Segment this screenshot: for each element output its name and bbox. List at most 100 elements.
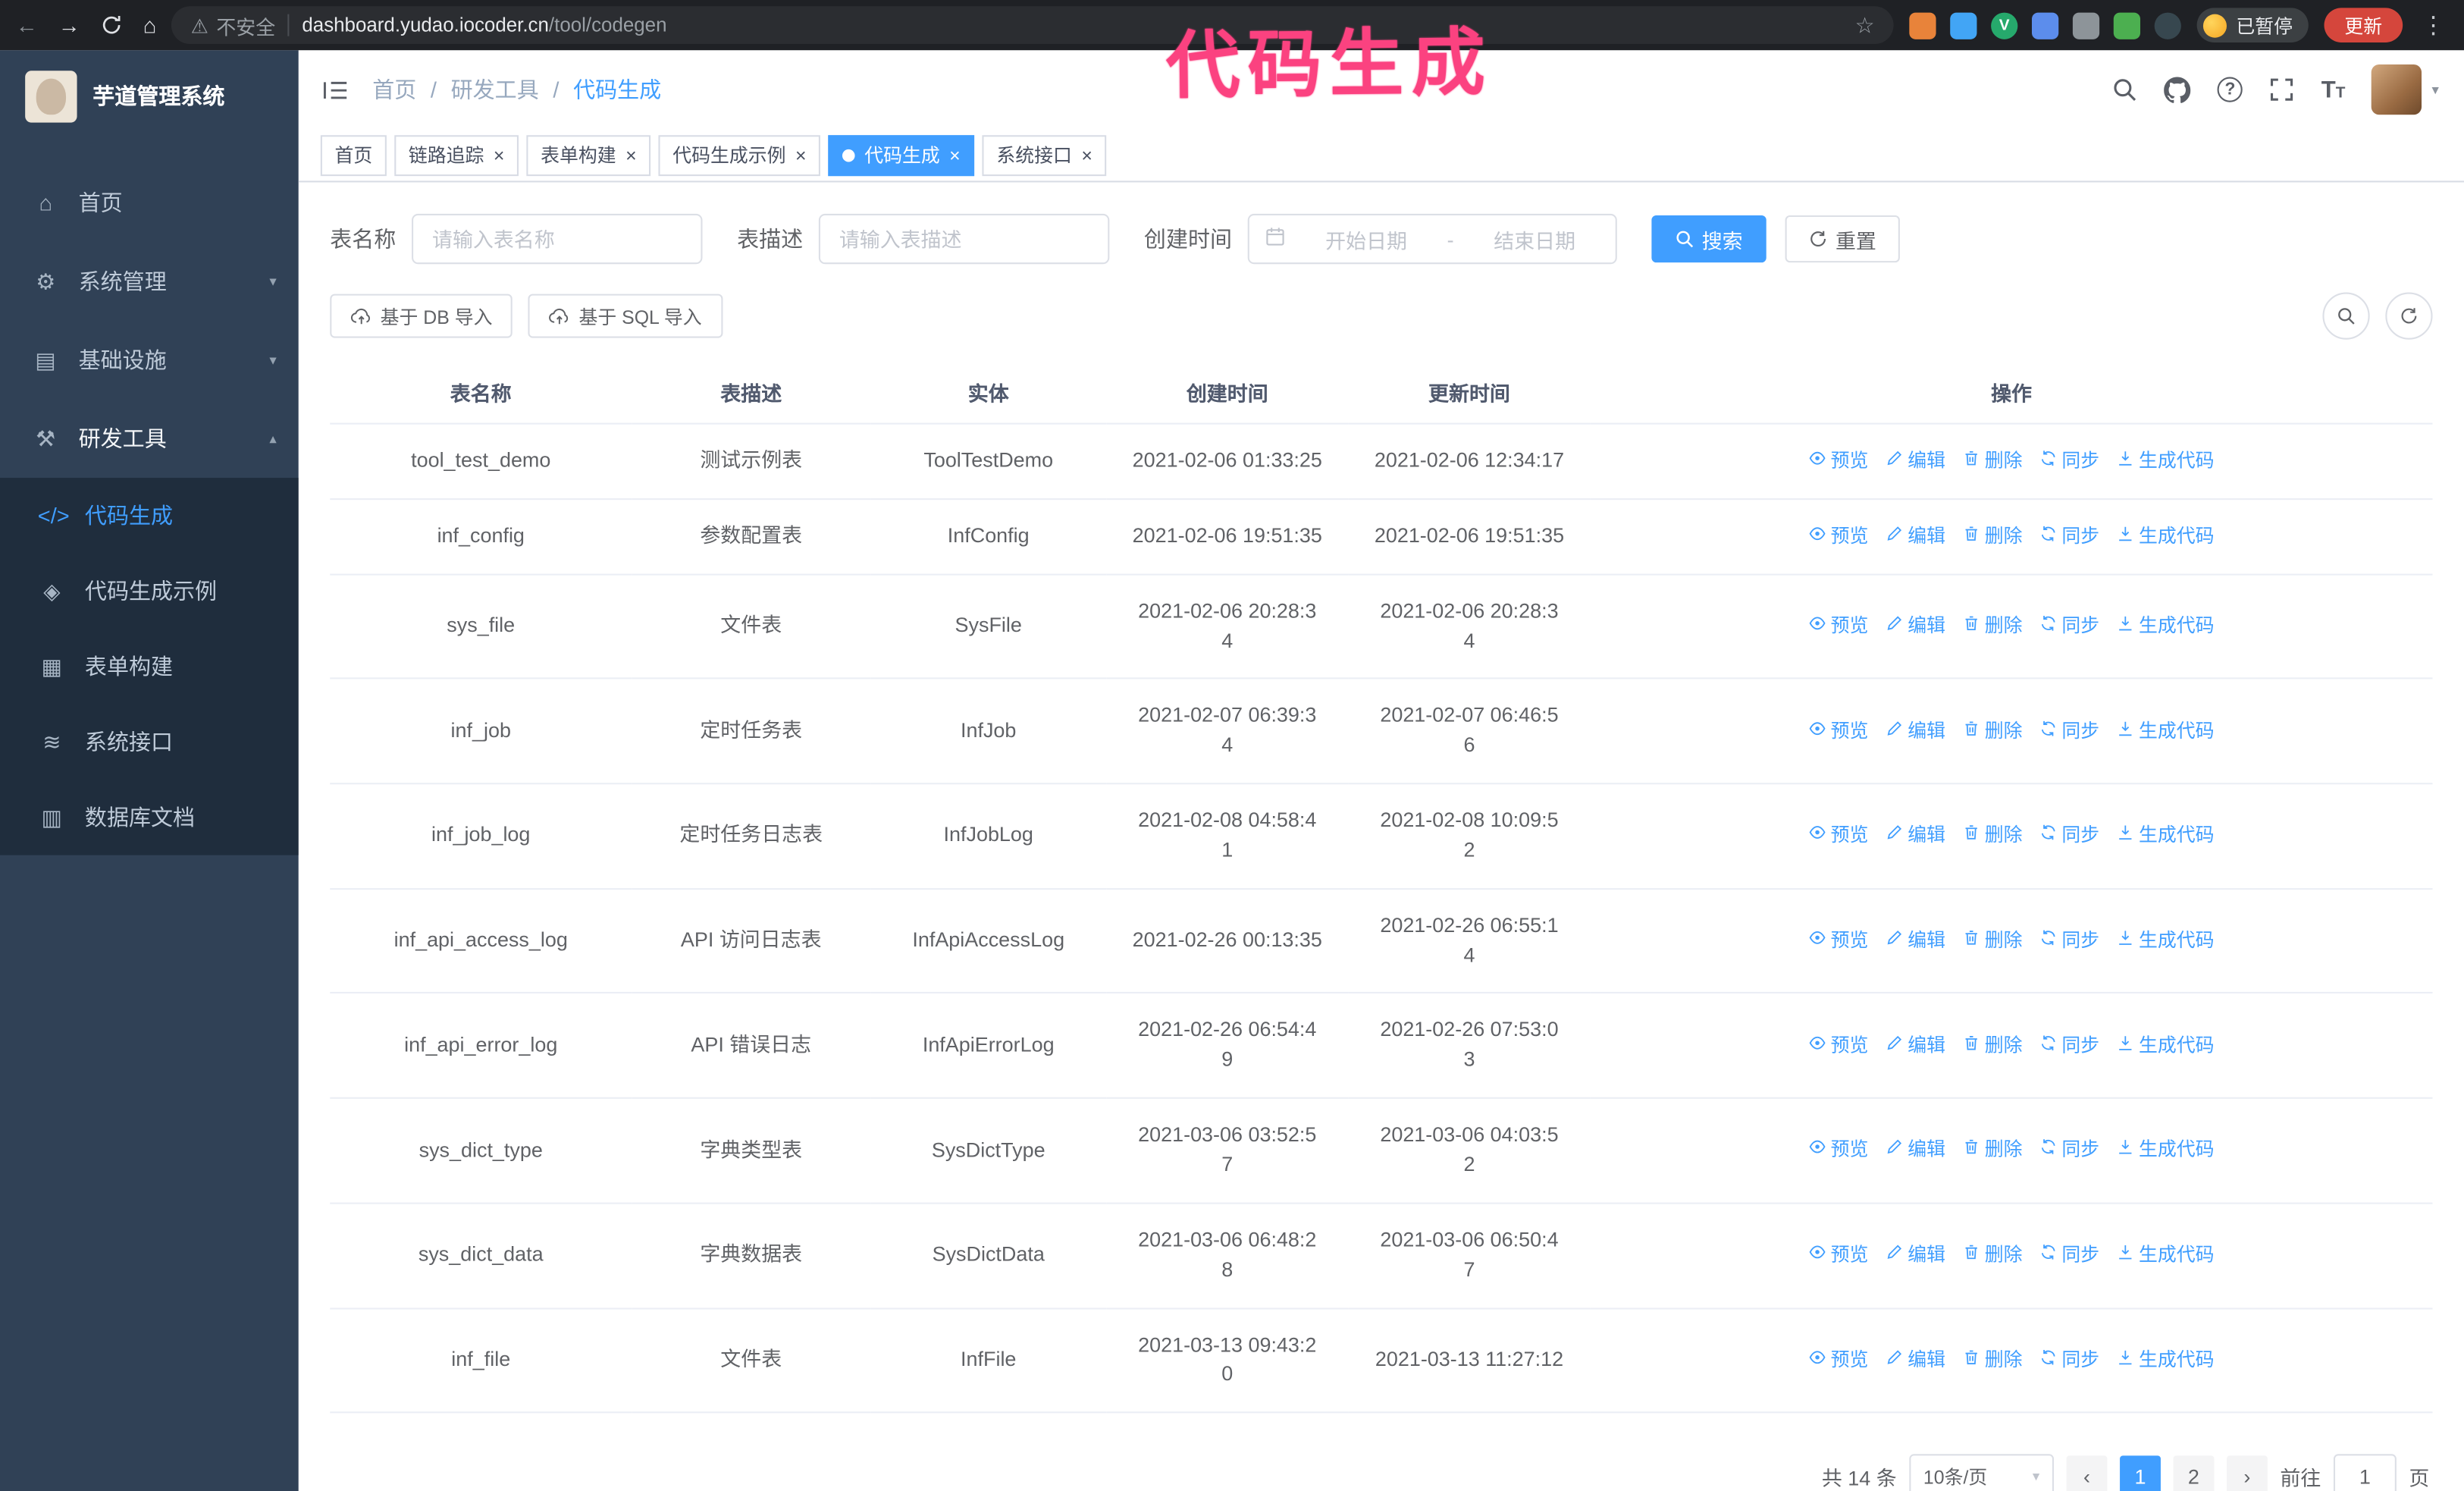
security-label[interactable]: 不安全 [216, 10, 275, 39]
edit-link[interactable]: 编辑 [1886, 1347, 1945, 1374]
preview-link[interactable]: 预览 [1809, 1347, 1868, 1374]
page-button[interactable]: 2 [2173, 1455, 2215, 1491]
extension-icon[interactable] [1909, 11, 1936, 39]
sync-link[interactable]: 同步 [2039, 1137, 2099, 1164]
user-menu[interactable]: ▾ [2372, 64, 2439, 115]
edit-link[interactable]: 编辑 [1886, 447, 1945, 475]
sidebar-item-home[interactable]: ⌂ 首页 [0, 164, 299, 243]
delete-link[interactable]: 删除 [1963, 1241, 2023, 1269]
delete-link[interactable]: 删除 [1963, 717, 2023, 745]
edit-link[interactable]: 编辑 [1886, 717, 1945, 745]
refresh-button[interactable] [2385, 292, 2433, 340]
page-button[interactable]: 1 [2120, 1455, 2161, 1491]
bookmark-star-icon[interactable]: ☆ [1855, 12, 1875, 39]
tab[interactable]: 代码生成 × [828, 134, 975, 176]
generate-code-link[interactable]: 生成代码 [2117, 1032, 2214, 1059]
sync-link[interactable]: 同步 [2039, 1032, 2099, 1059]
tab[interactable]: 首页 [320, 134, 387, 176]
extension-icon[interactable] [2031, 11, 2059, 39]
sidebar-item-db-doc[interactable]: ▥ 数据库文档 [0, 780, 299, 855]
page-url[interactable]: dashboard.yudao.iocoder.cn/tool/codegen [302, 14, 666, 36]
github-icon[interactable] [2164, 76, 2191, 103]
preview-link[interactable]: 预览 [1809, 822, 1868, 849]
generate-code-link[interactable]: 生成代码 [2117, 717, 2214, 745]
font-size-icon[interactable]: TT [2321, 77, 2346, 103]
edit-link[interactable]: 编辑 [1886, 928, 1945, 955]
generate-code-link[interactable]: 生成代码 [2117, 1347, 2214, 1374]
goto-page-input[interactable] [2333, 1454, 2397, 1491]
date-range-picker[interactable]: 开始日期 - 结束日期 [1247, 213, 1617, 265]
tab-close-icon[interactable]: × [795, 146, 807, 165]
back-icon[interactable]: ← [16, 14, 38, 36]
delete-link[interactable]: 删除 [1963, 1032, 2023, 1059]
preview-link[interactable]: 预览 [1809, 928, 1868, 955]
tab[interactable]: 表单构建 × [526, 134, 651, 176]
sync-link[interactable]: 同步 [2039, 613, 2099, 640]
profile-paused-badge[interactable]: 已暂停 [2196, 8, 2309, 42]
breadcrumb-home[interactable]: 首页 [372, 74, 416, 105]
preview-link[interactable]: 预览 [1809, 447, 1868, 475]
sync-link[interactable]: 同步 [2039, 523, 2099, 550]
sidebar-item-code[interactable]: </> 代码生成 [0, 478, 299, 553]
start-date-placeholder[interactable]: 开始日期 [1301, 224, 1431, 253]
delete-link[interactable]: 删除 [1963, 613, 2023, 640]
edit-link[interactable]: 编辑 [1886, 1137, 1945, 1164]
table-desc-input[interactable] [818, 213, 1110, 265]
generate-code-link[interactable]: 生成代码 [2117, 1241, 2214, 1269]
delete-link[interactable]: 删除 [1963, 928, 2023, 955]
delete-link[interactable]: 删除 [1963, 523, 2023, 550]
import-sql-button[interactable]: 基于 SQL 导入 [528, 293, 723, 338]
generate-code-link[interactable]: 生成代码 [2117, 1137, 2214, 1164]
fullscreen-icon[interactable] [2269, 77, 2294, 102]
generate-code-link[interactable]: 生成代码 [2117, 613, 2214, 640]
hamburger-icon[interactable] [299, 78, 372, 102]
end-date-placeholder[interactable]: 结束日期 [1469, 224, 1600, 253]
help-icon[interactable]: ? [2217, 77, 2243, 102]
delete-link[interactable]: 删除 [1963, 1347, 2023, 1374]
sidebar-item-infra[interactable]: ▤ 基础设施 ▾ [0, 321, 299, 400]
delete-link[interactable]: 删除 [1963, 447, 2023, 475]
tab-close-icon[interactable]: × [1081, 146, 1092, 165]
extension-icon[interactable] [2154, 11, 2181, 39]
edit-link[interactable]: 编辑 [1886, 613, 1945, 640]
sidebar-item-api[interactable]: ≋ 系统接口 [0, 705, 299, 780]
generate-code-link[interactable]: 生成代码 [2117, 447, 2214, 475]
toggle-search-button[interactable] [2322, 292, 2370, 340]
search-button[interactable]: 搜索 [1651, 215, 1766, 263]
avatar[interactable] [2372, 64, 2423, 115]
reset-button[interactable]: 重置 [1785, 215, 1900, 263]
preview-link[interactable]: 预览 [1809, 717, 1868, 745]
browser-menu-icon[interactable]: ⋮ [2419, 11, 2448, 39]
sync-link[interactable]: 同步 [2039, 1241, 2099, 1269]
forward-icon[interactable]: → [58, 14, 80, 36]
sync-link[interactable]: 同步 [2039, 822, 2099, 849]
extension-icon[interactable] [2072, 11, 2100, 39]
edit-link[interactable]: 编辑 [1886, 822, 1945, 849]
edit-link[interactable]: 编辑 [1886, 1241, 1945, 1269]
sidebar-item-gear[interactable]: ⚙ 系统管理 ▾ [0, 242, 299, 321]
delete-link[interactable]: 删除 [1963, 822, 2023, 849]
sync-link[interactable]: 同步 [2039, 1347, 2099, 1374]
tab[interactable]: 链路追踪 × [394, 134, 519, 176]
extension-icon[interactable] [2113, 11, 2140, 39]
tab-close-icon[interactable]: × [949, 146, 961, 165]
generate-code-link[interactable]: 生成代码 [2117, 822, 2214, 849]
generate-code-link[interactable]: 生成代码 [2117, 928, 2214, 955]
search-icon[interactable] [2112, 77, 2137, 102]
sync-link[interactable]: 同步 [2039, 447, 2099, 475]
preview-link[interactable]: 预览 [1809, 613, 1868, 640]
tab-close-icon[interactable]: × [494, 146, 505, 165]
page-size-select[interactable]: 10条/页 ▾ [1909, 1454, 2054, 1491]
breadcrumb-tools[interactable]: 研发工具 [451, 74, 539, 105]
home-icon[interactable]: ⌂ [143, 14, 157, 36]
edit-link[interactable]: 编辑 [1886, 1032, 1945, 1059]
tab[interactable]: 代码生成示例 × [658, 134, 821, 176]
address-bar[interactable]: ⚠ 不安全 dashboard.yudao.iocoder.cn/tool/co… [171, 6, 1894, 45]
browser-update-button[interactable]: 更新 [2324, 8, 2403, 42]
sync-link[interactable]: 同步 [2039, 717, 2099, 745]
edit-link[interactable]: 编辑 [1886, 523, 1945, 550]
delete-link[interactable]: 删除 [1963, 1137, 2023, 1164]
preview-link[interactable]: 预览 [1809, 1241, 1868, 1269]
tab-close-icon[interactable]: × [625, 146, 637, 165]
next-page-button[interactable]: › [2226, 1455, 2268, 1491]
